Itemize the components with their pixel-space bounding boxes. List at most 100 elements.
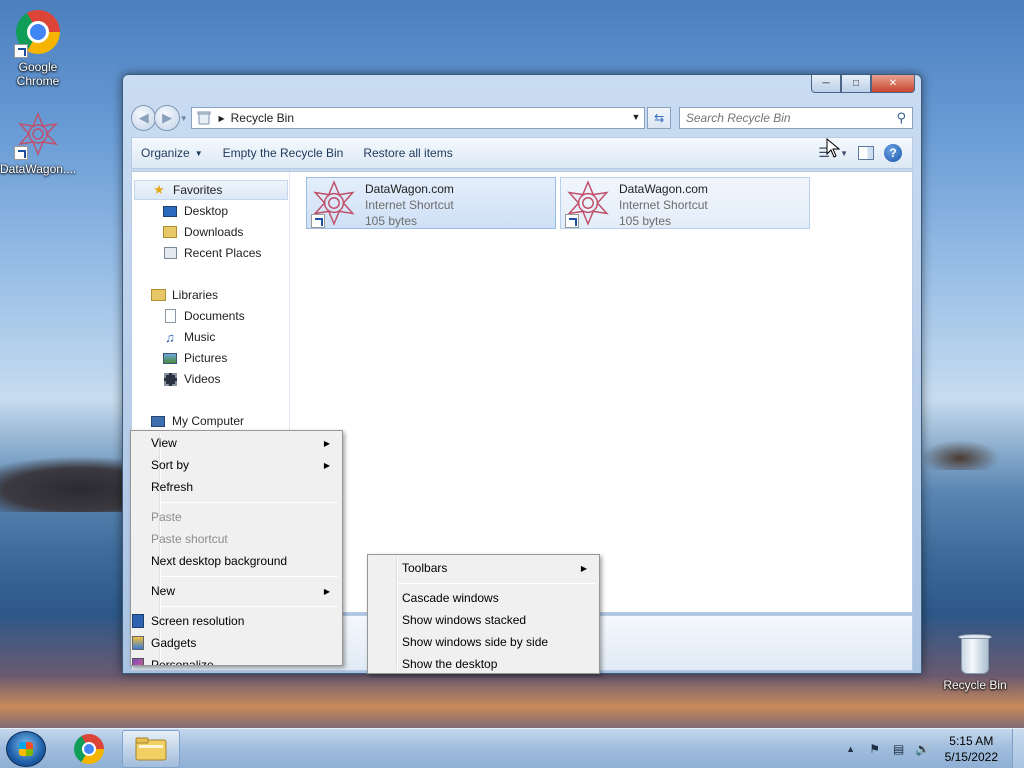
action-center-flag-icon[interactable]: ⚑ bbox=[866, 740, 884, 758]
menu-item-show-windows-side-by-side[interactable]: Show windows side by side bbox=[370, 631, 597, 653]
file-list: DataWagon.com Internet Shortcut 105 byte… bbox=[298, 172, 908, 612]
taskbar-explorer[interactable] bbox=[122, 730, 180, 768]
view-dropdown-icon[interactable]: ▼ bbox=[840, 149, 848, 158]
minimize-icon: ─ bbox=[822, 78, 830, 89]
network-icon[interactable]: ▤ bbox=[890, 740, 908, 758]
empty-recycle-bin-button[interactable]: Empty the Recycle Bin bbox=[214, 141, 353, 165]
taskbar-chrome[interactable] bbox=[60, 730, 118, 768]
menu-separator bbox=[161, 606, 338, 607]
forward-arrow-icon: ▶ bbox=[162, 110, 173, 125]
nav-downloads[interactable]: Downloads bbox=[162, 222, 243, 242]
search-box[interactable]: ⚲ bbox=[678, 107, 913, 129]
nav-label: Videos bbox=[184, 372, 221, 386]
gadgets-icon bbox=[132, 636, 144, 650]
menu-label: Screen resolution bbox=[151, 614, 245, 628]
close-button[interactable]: ✕ bbox=[871, 75, 915, 93]
nav-recent-places[interactable]: Recent Places bbox=[162, 243, 261, 263]
volume-icon[interactable]: 🔊 bbox=[914, 740, 932, 758]
menu-item-show-desktop[interactable]: Show the desktop bbox=[370, 653, 597, 675]
screen-resolution-icon bbox=[132, 614, 144, 628]
nav-desktop[interactable]: Desktop bbox=[162, 201, 228, 221]
command-bar: Organize ▼ Empty the Recycle Bin Restore… bbox=[131, 137, 913, 169]
submenu-arrow-icon: ▶ bbox=[323, 438, 330, 448]
window-controls: ─ □ ✕ bbox=[811, 75, 915, 93]
desktop-icon-datawagon[interactable]: DataWagon.... bbox=[0, 110, 76, 176]
back-arrow-icon: ◀ bbox=[138, 110, 149, 125]
file-item[interactable]: DataWagon.com Internet Shortcut 105 byte… bbox=[306, 177, 556, 229]
menu-label: Gadgets bbox=[151, 636, 197, 650]
datawagon-shortcut-icon bbox=[311, 180, 359, 228]
desktop-context-menu: View ▶ Sort by ▶ Refresh Paste Paste sho… bbox=[130, 430, 343, 666]
taskbar-context-menu: Toolbars ▶ Cascade windows Show windows … bbox=[367, 554, 600, 674]
show-desktop-button[interactable] bbox=[1012, 729, 1024, 768]
recycle-bin-small-icon bbox=[197, 111, 211, 125]
pictures-icon bbox=[162, 350, 178, 366]
start-button[interactable] bbox=[6, 731, 46, 767]
documents-icon bbox=[162, 308, 178, 324]
maximize-icon: □ bbox=[852, 78, 860, 89]
minimize-button[interactable]: ─ bbox=[811, 75, 841, 93]
preview-pane-icon[interactable] bbox=[858, 146, 874, 160]
refresh-button[interactable]: ⇆ bbox=[647, 107, 671, 129]
nav-label: My Computer bbox=[172, 414, 245, 428]
clock-time: 5:15 AM bbox=[949, 734, 994, 748]
nav-label: Desktop bbox=[184, 204, 229, 218]
address-bar[interactable]: ▶ Recycle Bin ▼ bbox=[191, 107, 646, 129]
chevron-down-icon: ▼ bbox=[194, 148, 203, 158]
videos-icon bbox=[162, 371, 178, 387]
file-name: DataWagon.com bbox=[619, 182, 708, 196]
nav-pictures[interactable]: Pictures bbox=[162, 348, 227, 368]
menu-item-toolbars[interactable]: Toolbars ▶ bbox=[370, 557, 597, 579]
recent-pages-dropdown[interactable]: ▼ bbox=[180, 114, 190, 123]
shortcut-arrow-icon bbox=[14, 44, 28, 58]
clock[interactable]: 5:15 AM 5/15/2022 bbox=[945, 733, 998, 765]
shortcut-arrow-icon bbox=[14, 146, 28, 160]
file-item[interactable]: DataWagon.com Internet Shortcut 105 byte… bbox=[560, 177, 810, 229]
menu-item-screen-resolution[interactable]: Screen resolution bbox=[132, 610, 340, 632]
menu-item-refresh[interactable]: Refresh bbox=[133, 476, 340, 498]
address-dropdown-icon[interactable]: ▼ bbox=[632, 112, 641, 122]
shortcut-arrow-icon bbox=[565, 214, 579, 228]
nav-music[interactable]: ♫ Music bbox=[162, 327, 215, 347]
forward-button[interactable]: ▶ bbox=[154, 105, 180, 131]
search-icon[interactable]: ⚲ bbox=[896, 110, 906, 126]
nav-favorites[interactable]: ★ Favorites bbox=[134, 180, 288, 200]
submenu-arrow-icon: ▶ bbox=[323, 460, 330, 470]
star-icon: ★ bbox=[153, 182, 165, 197]
nav-libraries[interactable]: Libraries bbox=[150, 285, 218, 305]
datawagon-icon bbox=[14, 112, 62, 160]
menu-item-sort-by[interactable]: Sort by ▶ bbox=[133, 454, 340, 476]
desktop-icon-label: Google bbox=[18, 60, 58, 74]
menu-item-next-background[interactable]: Next desktop background bbox=[133, 550, 340, 572]
chrome-icon bbox=[74, 734, 104, 764]
file-size: 105 bytes bbox=[365, 214, 418, 228]
maximize-button[interactable]: □ bbox=[841, 75, 871, 93]
menu-item-new[interactable]: New ▶ bbox=[133, 580, 340, 602]
menu-item-personalize[interactable]: Personalize bbox=[132, 654, 340, 665]
search-input[interactable] bbox=[685, 111, 886, 125]
breadcrumb-separator-icon[interactable]: ▶ bbox=[218, 114, 224, 123]
submenu-arrow-icon: ▶ bbox=[323, 586, 330, 596]
restore-all-button[interactable]: Restore all items bbox=[354, 141, 461, 165]
show-hidden-icons[interactable]: ▲ bbox=[842, 740, 860, 758]
breadcrumb-recycle-bin[interactable]: Recycle Bin bbox=[231, 111, 294, 125]
nav-videos[interactable]: Videos bbox=[162, 369, 220, 389]
nav-label: Documents bbox=[184, 309, 245, 323]
datawagon-shortcut-icon bbox=[565, 180, 613, 228]
desktop-icon-recycle-bin[interactable]: Recycle Bin bbox=[936, 630, 1014, 692]
menu-item-view[interactable]: View ▶ bbox=[133, 432, 340, 454]
menu-item-show-windows-stacked[interactable]: Show windows stacked bbox=[370, 609, 597, 631]
libraries-icon bbox=[150, 287, 166, 303]
menu-label: Toolbars bbox=[402, 561, 448, 575]
menu-item-gadgets[interactable]: Gadgets bbox=[132, 632, 340, 654]
wallpaper-rocks-right bbox=[920, 440, 1000, 470]
nav-my-computer[interactable]: My Computer bbox=[150, 411, 244, 431]
downloads-folder-icon bbox=[162, 224, 178, 240]
help-icon[interactable]: ? bbox=[884, 144, 902, 162]
organize-button[interactable]: Organize ▼ bbox=[132, 141, 212, 165]
nav-documents[interactable]: Documents bbox=[162, 306, 245, 326]
desktop-icon-chrome[interactable]: Google Chrome bbox=[0, 8, 76, 88]
back-button[interactable]: ◀ bbox=[131, 105, 157, 131]
close-icon: ✕ bbox=[888, 78, 898, 89]
menu-item-cascade-windows[interactable]: Cascade windows bbox=[370, 587, 597, 609]
